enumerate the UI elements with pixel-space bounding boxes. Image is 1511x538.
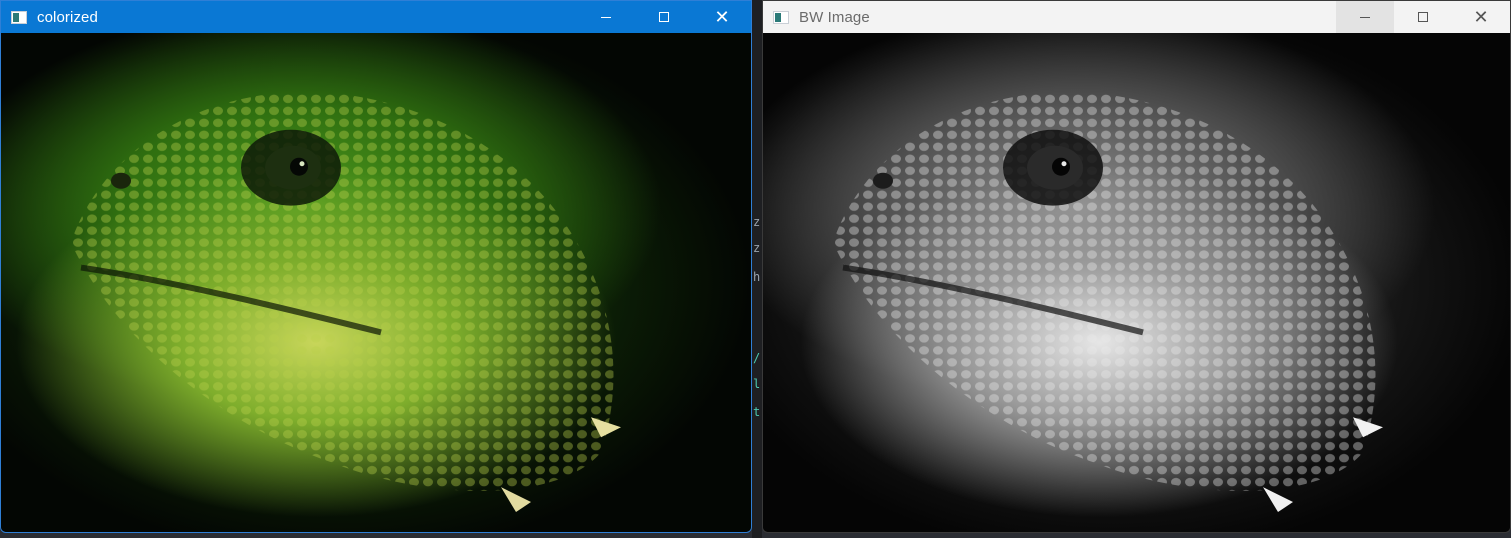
background-editor-strip: z z h / l t xyxy=(752,0,762,538)
maximize-icon xyxy=(1418,12,1428,22)
window-controls: ✕ xyxy=(1336,1,1510,33)
app-icon xyxy=(11,10,27,24)
close-icon: ✕ xyxy=(714,7,730,27)
maximize-button[interactable] xyxy=(1394,1,1452,33)
code-char: h xyxy=(753,270,761,284)
window-title: colorized xyxy=(37,8,98,26)
colorized-titlebar[interactable]: colorized ✕ xyxy=(1,1,751,33)
code-char: z xyxy=(753,241,761,255)
bw-image xyxy=(763,33,1510,532)
code-char: / xyxy=(753,351,761,365)
lizard-picture xyxy=(71,91,621,513)
app-icon xyxy=(773,10,789,24)
window-title: BW Image xyxy=(799,8,870,26)
colorized-window[interactable]: colorized ✕ xyxy=(0,0,752,533)
minimize-button[interactable] xyxy=(577,1,635,33)
minimize-button[interactable] xyxy=(1336,1,1394,33)
bw-titlebar[interactable]: BW Image ✕ xyxy=(763,1,1510,33)
bw-image-window[interactable]: BW Image ✕ xyxy=(762,0,1511,533)
code-char: z xyxy=(753,215,761,229)
close-button[interactable]: ✕ xyxy=(1452,1,1510,33)
window-controls: ✕ xyxy=(577,1,751,33)
maximize-button[interactable] xyxy=(635,1,693,33)
minimize-icon xyxy=(601,16,611,18)
code-char: t xyxy=(753,405,761,419)
maximize-icon xyxy=(659,12,669,22)
minimize-icon xyxy=(1360,16,1370,18)
lizard-picture xyxy=(833,91,1383,513)
colorized-image xyxy=(1,33,751,532)
close-icon: ✕ xyxy=(1473,7,1489,27)
code-char: l xyxy=(753,377,761,391)
close-button[interactable]: ✕ xyxy=(693,1,751,33)
